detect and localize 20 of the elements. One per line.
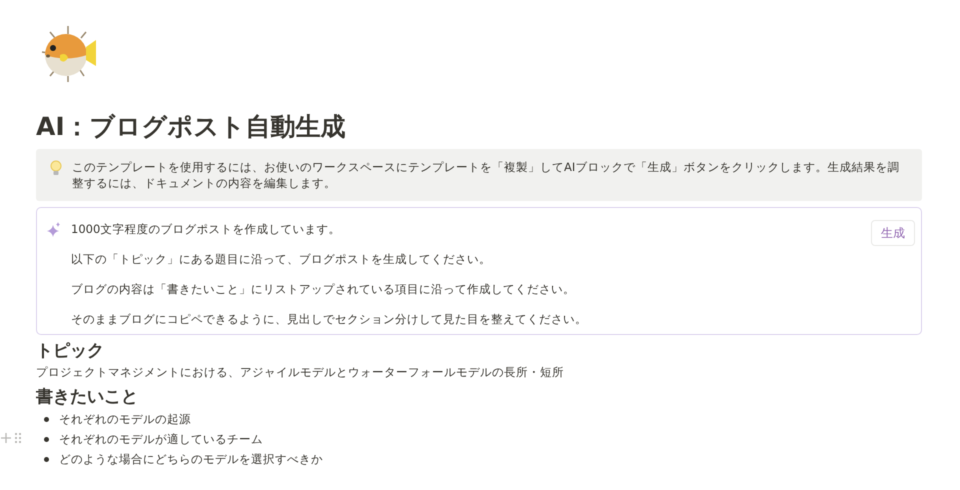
prompt-text: 1000文字程度のブログポストを作成しています。 (71, 221, 342, 238)
prompt-text: そのままブログにコピペできるように、見出しでセクション分けして見た目を整えてください。 (71, 311, 588, 328)
bullet-icon (44, 436, 49, 442)
section-heading: 書きたいこと (36, 386, 139, 409)
bullet-icon (44, 416, 49, 422)
sparkle-icon (47, 222, 61, 238)
list-item-text: それぞれのモデルが適しているチーム (59, 431, 263, 448)
callout-text: このテンプレートを使用するには、お使いのワークスペースにテンプレートを「複製」してAIブロックで「生成」ボタンをクリックします。生成結果を調整するには、ドキュメントの内容を編集します。 (72, 159, 900, 191)
prompt-text: ブログの内容は「書きたいこと」にリストアップされている項目に沿って作成してください。 (71, 281, 576, 298)
lightbulb-icon (50, 160, 62, 178)
drag-handle-icon[interactable] (14, 432, 22, 444)
generate-button[interactable]: 生成 (871, 220, 915, 246)
bullet-icon (44, 456, 49, 462)
page-title: AI：ブログポスト自動生成 (36, 111, 347, 143)
paragraph-text: プロジェクトマネジメントにおける、アジャイルモデルとウォーターフォールモデルの長所・短所 (36, 364, 565, 381)
add-icon[interactable] (0, 432, 12, 444)
prompt-text: 以下の「トピック」にある題目に沿って、ブログポストを生成してください。 (71, 251, 492, 268)
list-item-text: どのような場合にどちらのモデルを選択すべきか (59, 451, 323, 468)
section-heading: トピック (36, 340, 105, 363)
list-item-text: それぞれのモデルの起源 (59, 411, 191, 428)
